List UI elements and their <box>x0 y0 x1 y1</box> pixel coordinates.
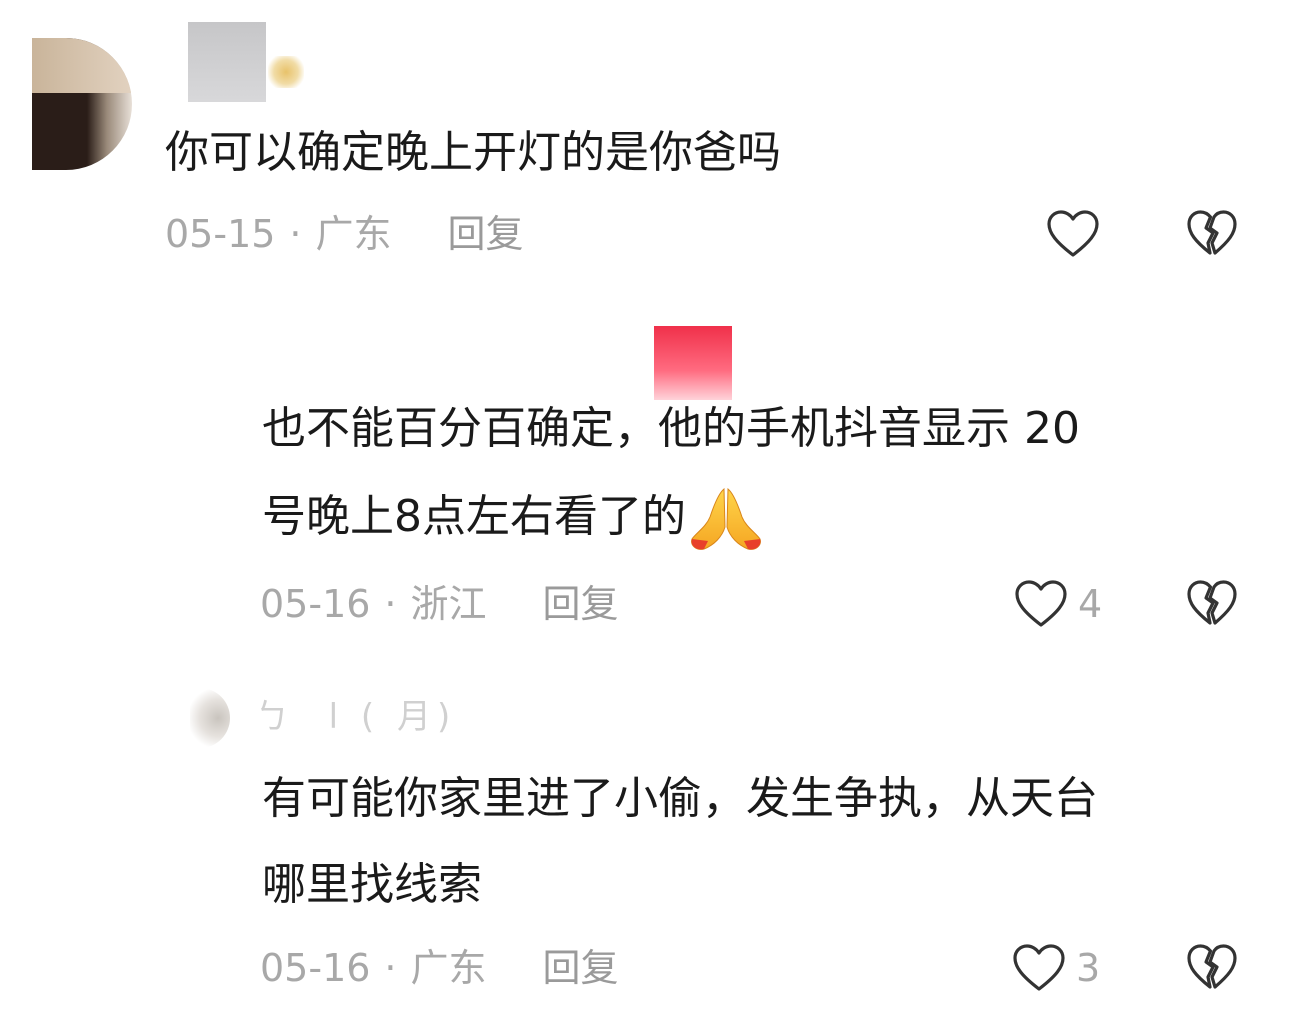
like-count: 4 <box>1078 582 1103 626</box>
separator-dot: · <box>384 946 397 990</box>
comment-location: 广东 <box>410 946 487 990</box>
avatar-redacted[interactable] <box>654 326 732 400</box>
reply-button[interactable]: 回复 <box>543 582 619 626</box>
separator-dot: · <box>289 212 302 256</box>
pray-hands-icon <box>686 483 766 550</box>
avatar[interactable] <box>190 688 230 748</box>
heart-outline-icon <box>1015 580 1067 627</box>
dislike-button[interactable] <box>1186 206 1238 262</box>
separator-dot: · <box>384 582 397 626</box>
comment-text-line: 有可能你家里进了小偷，发生争执，从天台 <box>262 773 1098 824</box>
reply-button[interactable]: 回复 <box>543 946 619 990</box>
username-redacted[interactable] <box>188 22 266 102</box>
broken-heart-icon <box>1187 580 1237 625</box>
like-button[interactable]: 3 <box>1012 940 1100 996</box>
comment-text-line: 也不能百分百确定，他的手机抖音显示 20 <box>262 403 1080 454</box>
dislike-button[interactable] <box>1186 576 1238 632</box>
heart-outline-icon <box>1047 210 1099 257</box>
username-redacted[interactable]: ㄅ ‌ l ( 月) <box>255 692 855 742</box>
comment-location: 浙江 <box>410 582 487 626</box>
dislike-button[interactable] <box>1186 940 1238 996</box>
comment-text-line: 哪里找线索 <box>262 859 482 910</box>
comment-text-segment: 号晚上8点左右看了的 <box>262 491 686 542</box>
comment-text: 你可以确定晚上开灯的是你爸吗 <box>165 127 781 178</box>
comment-meta: 05-15 · 广东 回复 <box>165 206 524 262</box>
comment-date: 05-16 <box>260 946 371 990</box>
level-badge-icon <box>268 56 304 88</box>
reply-button[interactable]: 回复 <box>448 212 524 256</box>
comment-meta: 05-16 · 浙江 回复 <box>260 576 619 632</box>
comment-text-line: 号晚上8点左右看了的 <box>262 482 766 552</box>
like-count: 3 <box>1076 946 1101 990</box>
comment-meta: 05-16 · 广东 回复 <box>260 940 619 996</box>
comment-location: 广东 <box>315 212 392 256</box>
broken-heart-icon <box>1187 944 1237 989</box>
avatar[interactable] <box>32 38 132 170</box>
like-button[interactable] <box>1046 206 1100 262</box>
comment-date: 05-15 <box>165 212 276 256</box>
heart-outline-icon <box>1013 944 1065 991</box>
broken-heart-icon <box>1187 210 1237 255</box>
like-button[interactable]: 4 <box>1014 576 1102 632</box>
comment-date: 05-16 <box>260 582 371 626</box>
